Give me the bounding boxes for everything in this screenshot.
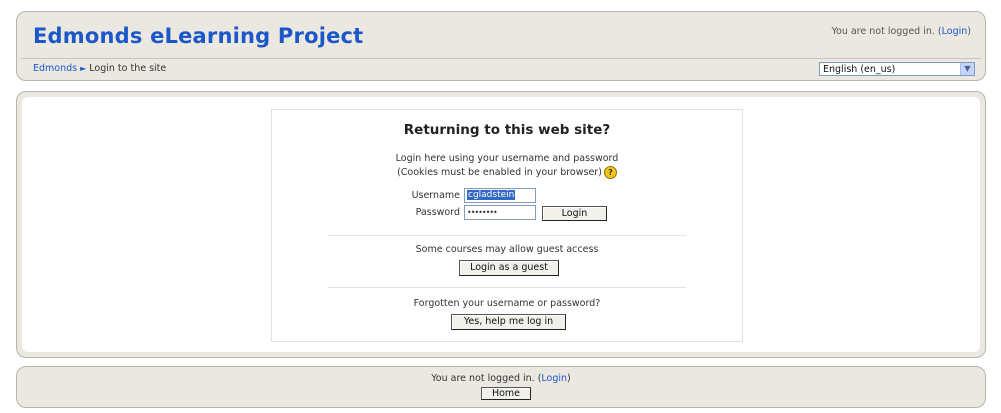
login-status: You are not logged in. (Login) [831, 26, 971, 37]
footer-login-link[interactable]: Login [541, 373, 567, 384]
help-me-log-in-button[interactable]: Yes, help me log in [451, 314, 566, 330]
language-select[interactable]: English (en_us) ▼ [819, 62, 975, 76]
help-icon[interactable]: ? [603, 166, 617, 179]
forgot-text: Forgotten your username or password? [413, 298, 601, 309]
username-input[interactable]: cgladstein [464, 188, 536, 203]
main-panel: Returning to this web site? Login here u… [16, 91, 986, 358]
site-title: Edmonds eLearning Project [33, 24, 364, 48]
breadcrumb-home-link[interactable]: Edmonds [33, 63, 77, 74]
chevron-down-icon[interactable]: ▼ [960, 63, 974, 75]
login-heading: Returning to this web site? [403, 122, 611, 138]
home-button[interactable]: Home [481, 387, 531, 400]
username-value: cgladstein [467, 190, 516, 200]
guest-text: Some courses may allow guest access [415, 244, 599, 255]
header-panel: Edmonds eLearning Project You are not lo… [16, 11, 986, 81]
password-input[interactable]: •••••••• [464, 205, 536, 220]
login-status-close: ) [967, 26, 971, 37]
login-button[interactable]: Login [542, 206, 607, 221]
login-status-text: You are not logged in. ( [831, 26, 942, 37]
arrow-right-icon: ► [80, 64, 87, 73]
login-as-guest-button[interactable]: Login as a guest [459, 260, 559, 276]
footer-panel: You are not logged in. (Login) Home [16, 366, 986, 408]
navbar: Edmonds ► Login to the site English (en_us… [21, 58, 981, 77]
divider-1 [328, 235, 686, 236]
cookies-note: (Cookies must be enabled in your browser… [397, 167, 602, 178]
breadcrumb-current: Login to the site [89, 63, 167, 74]
language-select-value: English (en_us) [823, 64, 896, 75]
login-instructions-line2: (Cookies must be enabled in your browser… [272, 166, 742, 179]
password-label: Password [415, 207, 460, 218]
username-label: Username [411, 190, 460, 201]
login-box: Returning to this web site? Login here u… [271, 109, 743, 342]
footer-login-status: You are not logged in. (Login) [17, 373, 985, 384]
footer-status-close: ) [567, 373, 571, 384]
header-login-link[interactable]: Login [942, 26, 968, 37]
divider-2 [328, 287, 686, 288]
breadcrumb: Edmonds ► Login to the site [33, 63, 166, 74]
login-instructions-line1: Login here using your username and passw… [395, 153, 619, 164]
main-content: Returning to this web site? Login here u… [22, 97, 980, 352]
footer-status-text: You are not logged in. ( [431, 373, 542, 384]
